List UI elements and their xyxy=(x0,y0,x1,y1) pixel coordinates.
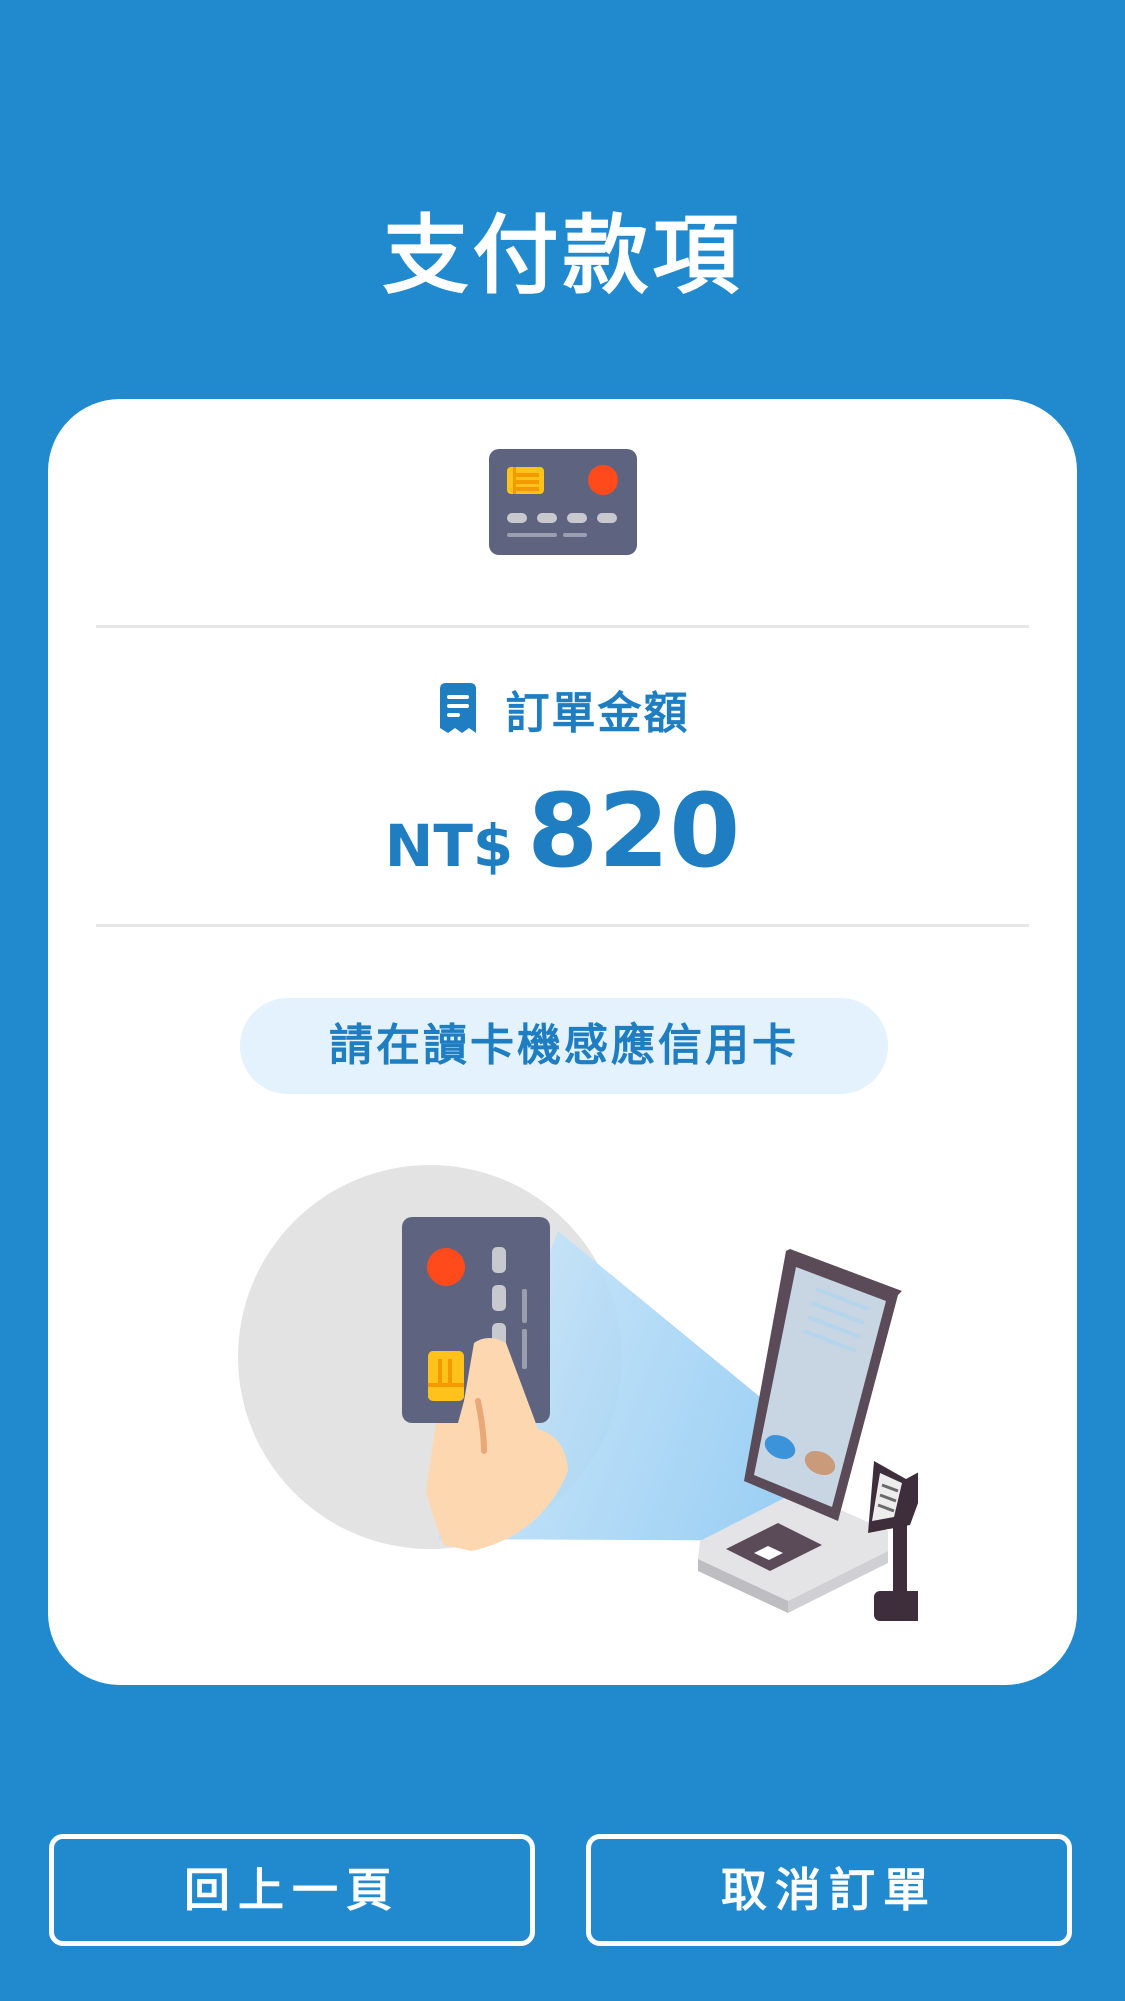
receipt-icon xyxy=(439,683,476,733)
order-amount-label: 訂單金額 xyxy=(505,688,690,739)
order-amount-value: 820 xyxy=(527,772,741,891)
tap-card-instruction: 請在讀卡機感應信用卡 xyxy=(240,998,888,1094)
card-reader-tap-illustration xyxy=(238,1165,918,1621)
credit-card-icon xyxy=(489,449,637,555)
payment-card: 訂單金額 NT$ 820 請在讀卡機感應信用卡 xyxy=(48,399,1077,1685)
page-title: 支付款項 xyxy=(382,206,743,306)
back-button[interactable]: 回上一頁 xyxy=(49,1834,535,1946)
order-amount-label-row: 訂單金額 xyxy=(48,677,1077,741)
order-amount-row: NT$ 820 xyxy=(48,767,1077,897)
cancel-order-button[interactable]: 取消訂單 xyxy=(586,1834,1072,1946)
currency-label: NT$ xyxy=(384,812,514,880)
divider xyxy=(96,625,1029,628)
divider xyxy=(96,924,1029,927)
